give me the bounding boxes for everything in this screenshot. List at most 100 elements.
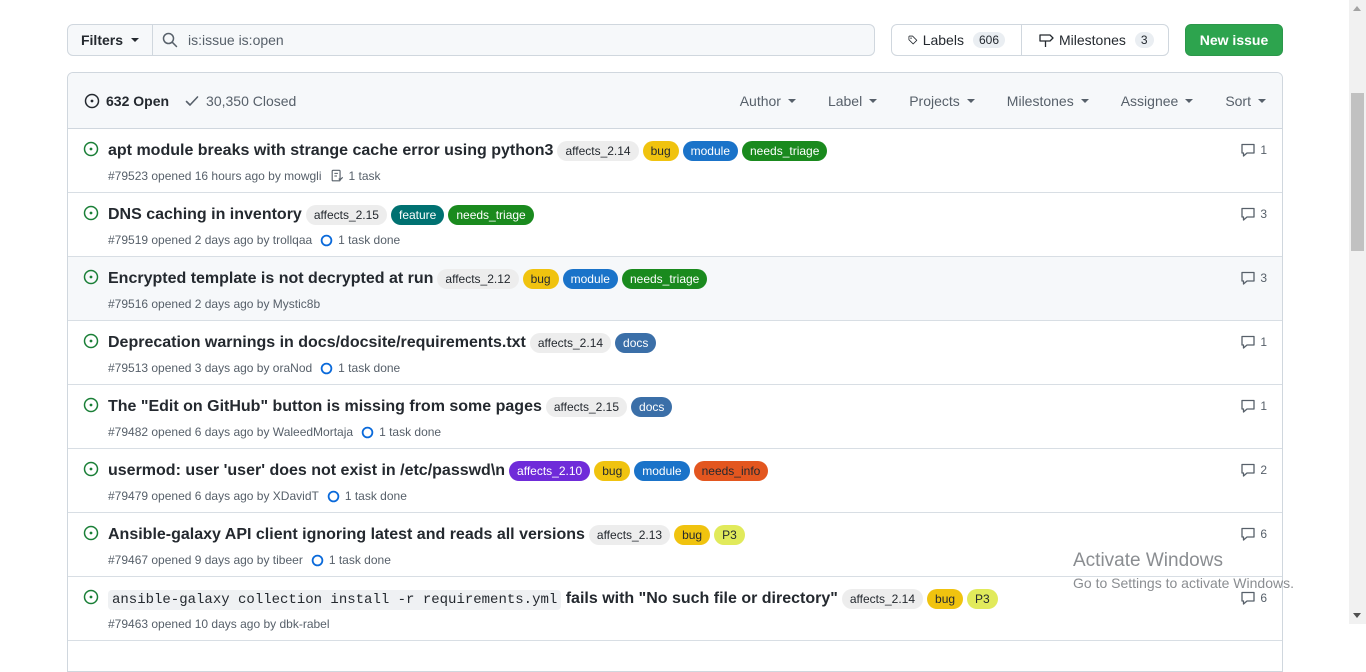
milestones-button[interactable]: Milestones 3 (1022, 25, 1170, 55)
issue-label[interactable]: bug (927, 589, 964, 609)
issue-label[interactable]: P3 (967, 589, 998, 609)
issue-label[interactable]: affects_2.10 (509, 461, 591, 481)
issue-label[interactable]: bug (522, 269, 559, 289)
comments-link[interactable]: 1 (1240, 398, 1267, 414)
filter-milestones[interactable]: Milestones (1007, 93, 1089, 109)
issue-title-link[interactable]: Ansible-galaxy API client ignoring lates… (108, 526, 585, 544)
issue-label[interactable]: affects_2.15 (305, 205, 387, 225)
issue-open-icon (83, 461, 99, 477)
search-field[interactable] (153, 24, 875, 56)
issue-title-link[interactable]: The "Edit on GitHub" button is missing f… (108, 398, 542, 416)
task-progress[interactable]: 1 task done (320, 361, 400, 375)
scroll-down-arrow-icon[interactable] (1353, 613, 1361, 618)
comments-link[interactable]: 1 (1240, 142, 1267, 158)
filter-label[interactable]: Label (828, 93, 878, 109)
comments-link[interactable]: 6 (1240, 526, 1267, 542)
issue-label[interactable]: affects_2.14 (557, 141, 639, 161)
page-scrollbar[interactable] (1349, 0, 1366, 624)
comments-link[interactable]: 2 (1240, 462, 1267, 478)
chevron-down-icon (966, 98, 975, 103)
issue-label[interactable]: needs_triage (742, 141, 828, 161)
issue-label[interactable]: P3 (714, 525, 745, 545)
filter-projects[interactable]: Projects (909, 93, 975, 109)
filter-assignee[interactable]: Assignee (1121, 93, 1194, 109)
issue-title-line: DNS caching in inventory affects_2.15 feat… (108, 205, 534, 225)
issue-label[interactable]: affects_2.14 (529, 333, 612, 353)
scroll-thumb[interactable] (1351, 93, 1364, 251)
labels-label: Labels (922, 32, 964, 48)
task-text: 1 task done (338, 361, 401, 375)
issue-label[interactable]: needs_triage (621, 269, 708, 289)
comments-link[interactable]: 3 (1240, 206, 1267, 222)
issue-label[interactable]: affects_2.12 (437, 269, 519, 289)
issue-row[interactable]: usermod: user 'user' does not exist in /… (68, 449, 1282, 513)
new-issue-button[interactable]: New issue (1185, 24, 1283, 56)
issue-title-link[interactable]: Encrypted template is not decrypted at r… (108, 270, 433, 288)
task-progress[interactable]: 1 task done (320, 233, 400, 247)
issue-title-link[interactable]: DNS caching in inventory (108, 206, 302, 224)
open-issues-tab[interactable]: 632 Open (84, 93, 169, 109)
filters-label: Filters (80, 32, 123, 48)
filter-sort[interactable]: Sort (1225, 93, 1266, 109)
checklist-icon (331, 169, 343, 182)
comments-link[interactable]: 6 (1240, 590, 1267, 606)
issue-open-icon (83, 397, 99, 413)
issue-title-line: Deprecation warnings in docs/docsite/req… (108, 333, 657, 353)
issue-open-icon (84, 93, 100, 108)
chevron-down-icon (869, 98, 878, 103)
issue-label[interactable]: needs_info (693, 461, 769, 481)
comment-icon (1241, 271, 1255, 285)
task-progress[interactable]: 1 task done (311, 553, 391, 567)
issue-row[interactable]: DNS caching in inventory affects_2.15 feat… (68, 193, 1282, 257)
issue-row[interactable]: apt module breaks with strange cache err… (68, 129, 1282, 193)
issue-label[interactable]: bug (642, 141, 679, 161)
search-input[interactable] (188, 32, 788, 48)
comment-icon (1241, 463, 1255, 477)
issue-title-link[interactable]: apt module breaks with strange cache err… (108, 142, 553, 160)
filter-author[interactable]: Author (740, 93, 796, 109)
issues-list-header: 632 Open 30,350 Closed Author Label Projec… (68, 73, 1282, 129)
issue-row[interactable]: Deprecation warnings in docs/docsite/req… (68, 321, 1282, 385)
issue-title-text: usermod: user 'user' does not exist in /… (108, 462, 506, 479)
task-progress[interactable]: 1 task (330, 169, 381, 183)
issue-label[interactable]: module (562, 269, 618, 289)
issue-label[interactable]: docs (631, 397, 673, 417)
issue-title-link[interactable]: Deprecation warnings in docs/docsite/req… (108, 334, 526, 352)
scroll-up-arrow-icon[interactable] (1353, 6, 1361, 11)
issue-label[interactable]: feature (390, 205, 445, 225)
comments-link[interactable]: 3 (1240, 270, 1267, 286)
filters-button[interactable]: Filters (67, 24, 153, 56)
issue-label[interactable]: affects_2.15 (545, 397, 628, 417)
issue-row[interactable]: The "Edit on GitHub" button is missing f… (68, 385, 1282, 449)
issue-label[interactable]: module (682, 141, 738, 161)
issue-label[interactable]: bug (594, 461, 631, 481)
issue-status (83, 397, 99, 416)
issue-status (83, 461, 99, 480)
labels-button[interactable]: Labels 606 (892, 25, 1022, 55)
issue-title-link[interactable]: ansible-galaxy collection install -r req… (108, 590, 838, 610)
task-progress[interactable]: 1 task done (327, 489, 407, 503)
issue-meta-text: #79513 opened 3 days ago by oraNod (108, 361, 313, 375)
issue-title-line: Encrypted template is not decrypted at r… (108, 269, 708, 289)
labels-milestones-group: Labels 606 Milestones 3 (891, 24, 1169, 56)
task-progress-icon (320, 362, 333, 374)
issue-title-text: fails with "No such file or directory" (561, 590, 838, 607)
issue-label[interactable]: affects_2.14 (841, 589, 924, 609)
issue-title-link[interactable]: usermod: user 'user' does not exist in /… (108, 462, 505, 480)
issue-label[interactable]: module (634, 461, 690, 481)
issue-title-line: ansible-galaxy collection install -r req… (108, 589, 998, 610)
closed-issues-tab[interactable]: 30,350 Closed (184, 93, 296, 109)
issue-meta-text: #79523 opened 16 hours ago by mowgli (108, 169, 322, 183)
issues-toolbar: Filters Labels 606 Milestones 3 New issu… (67, 24, 1283, 56)
issue-row[interactable]: Encrypted template is not decrypted at r… (68, 257, 1282, 321)
issue-label[interactable]: affects_2.13 (588, 525, 671, 545)
issue-status (83, 525, 99, 544)
issue-label[interactable]: bug (674, 525, 711, 545)
comments-link[interactable]: 1 (1240, 334, 1267, 350)
issue-label[interactable]: needs_triage (448, 205, 534, 225)
task-progress[interactable]: 1 task done (361, 425, 441, 439)
task-text: 1 task done (379, 425, 442, 439)
labels-count: 606 (972, 32, 1005, 48)
issue-label[interactable]: docs (615, 333, 657, 353)
issue-meta-text: #79482 opened 6 days ago by WaleedMortaj… (108, 425, 354, 439)
